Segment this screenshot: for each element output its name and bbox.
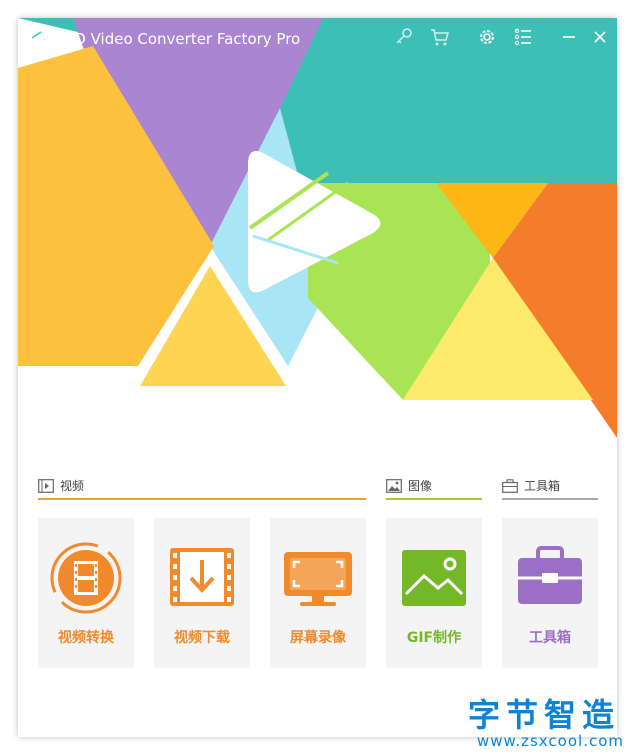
watermark-text: 字节智造 (467, 696, 620, 734)
section-divider-toolbox (502, 498, 598, 500)
watermark: 字节智造 www.zsxcool.com (440, 690, 630, 752)
section-label-toolbox: 工具箱 (524, 479, 561, 493)
video-download-label: 视频下载 (174, 630, 230, 646)
app-window: HD Video Converter Factory Pro 视频 图像 工具箱… (18, 18, 617, 737)
toolbox-label: 工具箱 (529, 630, 571, 646)
film-icon (38, 479, 54, 493)
gif-maker-button[interactable]: GIF制作 (386, 518, 482, 668)
list-menu-icon[interactable] (512, 26, 534, 48)
gif-maker-icon (402, 550, 466, 606)
watermark-url: www.zsxcool.com (476, 732, 624, 750)
video-download-icon (170, 548, 234, 606)
section-divider-video (38, 498, 366, 500)
image-icon (386, 479, 402, 493)
gear-icon[interactable] (476, 26, 498, 48)
section-label-video: 视频 (60, 479, 85, 493)
app-title: HD Video Converter Factory Pro (63, 30, 301, 48)
screen-record-label: 屏幕录像 (290, 630, 346, 646)
video-download-button[interactable]: 视频下载 (154, 518, 250, 668)
toolbox-button[interactable]: 工具箱 (502, 518, 598, 668)
screen-record-icon (284, 552, 352, 606)
banner-artwork (18, 18, 617, 438)
title-bar: HD Video Converter Factory Pro (18, 18, 617, 58)
video-convert-button[interactable]: 视频转换 (38, 518, 134, 668)
video-convert-icon (50, 542, 122, 614)
key-icon[interactable] (393, 26, 415, 48)
play-logo-icon (31, 26, 52, 48)
screen-record-button[interactable]: 屏幕录像 (270, 518, 366, 668)
section-label-image: 图像 (408, 479, 433, 493)
minimize-icon[interactable] (558, 26, 580, 48)
section-divider-image (386, 498, 482, 500)
toolbox-icon (502, 479, 518, 493)
video-convert-label: 视频转换 (58, 630, 114, 646)
close-icon[interactable] (589, 26, 611, 48)
toolbox-tile-icon (518, 546, 582, 604)
cart-icon[interactable] (429, 26, 451, 48)
gif-maker-label: GIF制作 (406, 630, 462, 646)
